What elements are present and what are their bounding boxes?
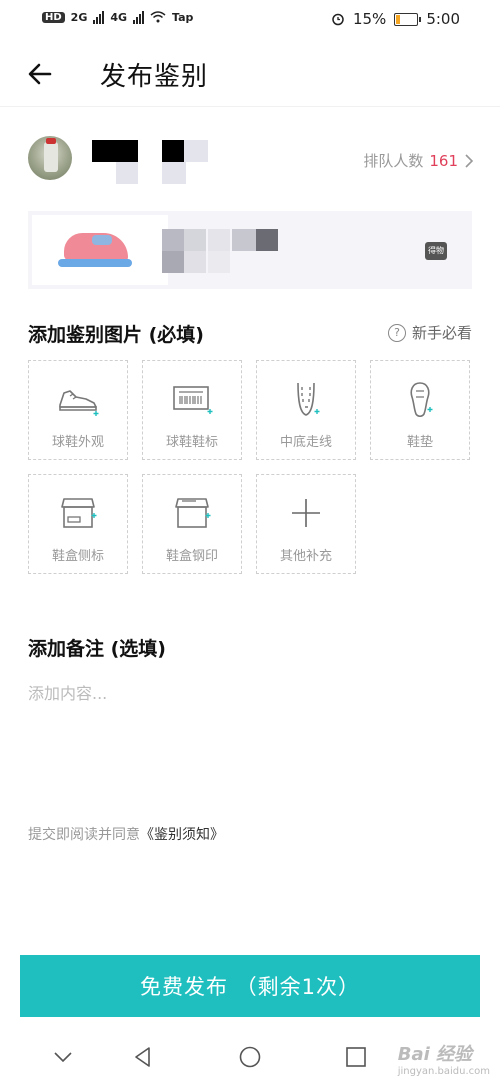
back-triangle-icon[interactable] [130,1044,156,1070]
redacted-username-blur [116,162,138,184]
user-row: 排队人数 161 [28,136,474,186]
battery-percent: 15% [352,10,387,28]
back-arrow-icon[interactable] [26,60,54,88]
avatar[interactable] [28,136,72,180]
upload-slot-midsole[interactable]: 中底走线 [256,360,356,460]
redacted-product-name [162,229,184,251]
agreement-link[interactable]: 《鉴别须知》 [140,827,224,843]
upload-slot-label: 中底走线 [279,435,332,450]
agreement-text: 提交即阅读并同意《鉴别须知》 [28,824,224,844]
redacted-block [162,251,184,273]
box-stamp-icon [175,498,211,528]
agreement-prefix: 提交即阅读并同意 [28,827,140,843]
wifi-icon [150,11,166,23]
upload-slot-label: 其他补充 [279,549,332,564]
submit-button[interactable]: 免费发布 （剩余1次） [20,955,480,1017]
watermark-text: Bai 经验 [397,1044,473,1065]
redacted-block [256,229,278,251]
redacted-username-blur-2 [184,140,208,162]
upload-slot-other[interactable]: 其他补充 [256,474,356,574]
chevron-down-icon[interactable] [50,1044,76,1070]
redacted-block [232,229,256,251]
beginner-guide-link[interactable]: ? 新手必看 [387,322,472,343]
upload-slot-label: 球鞋外观 [51,435,104,450]
page-title: 发布鉴别 [100,62,209,92]
barcode-icon [173,386,213,414]
tap-label: Tap [172,10,194,24]
upload-section-title: 添加鉴别图片 (必填) [28,324,204,346]
beginner-guide-label: 新手必看 [411,324,472,342]
upload-slot-appearance[interactable]: 球鞋外观 [28,360,128,460]
queue-info[interactable]: 排队人数 161 [363,150,474,171]
chevron-right-icon [465,153,474,168]
box-side-icon [61,498,97,528]
status-right: 15% 5:00 [331,10,460,28]
redacted-block [208,229,230,251]
note-section-title: 添加备注 (选填) [28,638,166,660]
product-card[interactable]: 得物 [28,211,472,289]
signal-icon-2 [133,10,145,24]
upload-slot-insole[interactable]: 鞋垫 [370,360,470,460]
upload-slot-label-tag[interactable]: 球鞋鞋标 [142,360,242,460]
upload-slot-label: 鞋垫 [406,435,433,450]
upload-slot-label: 鞋盒钢印 [165,549,218,564]
redacted-username [92,140,138,162]
status-left: HD 2G 4G Tap [42,10,193,24]
header: 发布鉴别 [0,44,500,107]
queue-count: 161 [429,151,458,170]
baidu-watermark: Bai 经验 jingyan.baidu.com [398,1040,490,1077]
redacted-block [184,229,206,251]
recents-square-icon[interactable] [343,1044,369,1070]
brand-badge: 得物 [425,242,447,260]
redacted-block [208,251,230,273]
redacted-username-2 [162,140,184,162]
redacted-username-blur-3 [162,162,186,184]
watermark-sub: jingyan.baidu.com [397,1066,490,1077]
queue-label: 排队人数 [363,152,424,170]
alarm-icon [332,13,344,26]
note-input[interactable] [28,680,474,800]
status-bar: HD 2G 4G Tap 15% 5:00 [0,0,500,40]
upload-slot-label: 球鞋鞋标 [165,435,218,450]
home-circle-icon[interactable] [237,1044,263,1070]
network-4g-label: 4G [110,10,128,24]
clock: 5:00 [426,10,460,28]
question-icon: ? [387,323,406,342]
sneaker-icon [59,390,99,416]
product-image [32,215,168,285]
insole-icon [410,382,433,417]
plus-icon [292,499,320,527]
hd-badge: HD [42,11,65,23]
redacted-block [184,251,206,273]
stitching-icon [297,382,320,416]
battery-icon [394,12,422,26]
network-2g-label: 2G [70,10,88,24]
upload-slot-box-side[interactable]: 鞋盒侧标 [28,474,128,574]
upload-slot-label: 鞋盒侧标 [51,549,104,564]
upload-slot-box-stamp[interactable]: 鞋盒钢印 [142,474,242,574]
signal-icon [93,10,105,24]
